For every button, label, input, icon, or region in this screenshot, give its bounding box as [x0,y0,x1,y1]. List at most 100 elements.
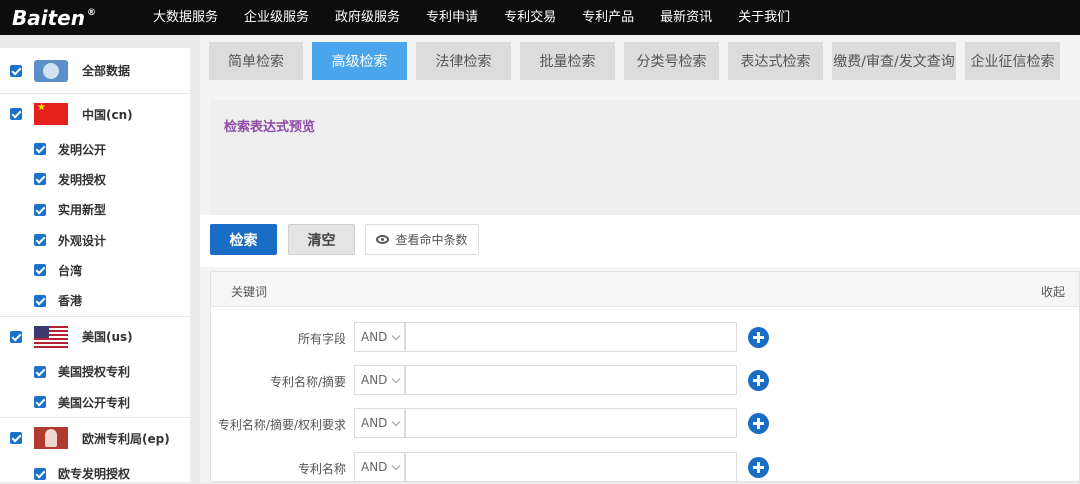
nav-item-patent-products[interactable]: 专利产品 [569,0,647,35]
operator-select[interactable]: AND [354,322,405,352]
field-input-title-abstract[interactable] [405,365,737,395]
baiten-logo[interactable]: Baiten ® [0,0,140,35]
operator-select[interactable]: AND [354,365,405,395]
nav-item-patent-apply[interactable]: 专利申请 [413,0,491,35]
top-navbar: Baiten ® 大数据服务 企业级服务 政府级服务 专利申请 专利交易 专利产… [0,0,1080,35]
tab-legal-search[interactable]: 法律检索 [416,42,511,80]
checkbox-checked[interactable] [10,108,22,120]
sidebar-item-ep-grant[interactable]: 欧专发明授权 [0,458,190,482]
field-row-title-abstract: 专利名称/摘要 AND [211,365,1080,397]
operator-value: AND [361,460,388,474]
chevron-down-icon [392,374,401,383]
field-label: 专利名称/摘要 [269,375,346,389]
sidebar-item-us-grant[interactable]: 美国授权专利 [0,357,190,387]
item-label: 美国授权专利 [58,365,131,380]
group-label: 欧洲专利局(ep) [82,431,170,446]
checkbox-checked[interactable] [10,330,22,343]
search-tabs: 简单检索 高级检索 法律检索 批量检索 分类号检索 表达式检索 缴费/审查/发文… [200,35,1080,87]
sidebar-group-ep[interactable]: 欧洲专利局(ep) [0,417,190,458]
field-label: 专利名称 [297,462,346,476]
nav-item-enterprise[interactable]: 企业级服务 [231,0,322,35]
logo-text: Baiten [12,5,85,30]
operator-select[interactable]: AND [354,408,405,438]
usa-flag-icon [34,325,68,348]
checkbox-checked[interactable] [34,173,46,186]
checkbox-checked[interactable] [34,203,46,216]
epo-logo-icon [34,427,68,450]
tab-batch-search[interactable]: 批量检索 [520,42,615,80]
checkbox-checked[interactable] [34,467,46,480]
operator-value: AND [361,373,388,387]
sidebar-group-all[interactable]: 全部数据 [0,48,190,93]
checkbox-checked[interactable] [10,64,22,77]
field-row-title: 专利名称 AND [211,452,1080,484]
checkbox-checked[interactable] [34,294,46,307]
field-input-title[interactable] [405,452,737,482]
chevron-down-icon [392,461,401,470]
item-label: 欧专发明授权 [58,467,131,482]
tab-expression-search[interactable]: 表达式检索 [728,42,823,80]
checkbox-checked[interactable] [34,234,46,247]
checkbox-checked[interactable] [34,396,46,409]
sidebar-item-cn-taiwan[interactable]: 台湾 [0,255,190,285]
keyword-form: 关键词 收起 所有字段 AND 专利名称/摘要 AND 专利名称/摘要/权利要求 [210,271,1080,482]
item-label: 美国公开专利 [58,395,131,410]
expression-preview[interactable]: 检索表达式预览 [210,100,1080,215]
sidebar-item-cn-design[interactable]: 外观设计 [0,225,190,255]
sidebar-item-cn-invention-pub[interactable]: 发明公开 [0,134,190,164]
tab-simple-search[interactable]: 简单检索 [209,42,303,80]
group-label: 美国(us) [82,330,133,345]
tab-advanced-search[interactable]: 高级检索 [312,42,407,80]
checkbox-checked[interactable] [10,432,22,445]
item-label: 台湾 [58,263,83,278]
field-input-title-abstract-claims[interactable] [405,408,737,438]
add-row-plus-icon[interactable] [748,413,769,434]
clear-button[interactable]: 清空 [288,224,355,255]
globe-icon [34,59,68,82]
group-label: 中国(cn) [82,107,133,122]
keyword-form-header: 关键词 收起 [211,272,1079,307]
item-label: 外观设计 [58,233,107,248]
tab-fee-review-query[interactable]: 缴费/审查/发文查询 [832,42,956,80]
nav-item-news[interactable]: 最新资讯 [647,0,725,35]
checkbox-checked[interactable] [34,143,46,156]
field-input-all[interactable] [405,322,737,352]
nav-item-patent-trade[interactable]: 专利交易 [491,0,569,35]
tab-classification-search[interactable]: 分类号检索 [624,42,719,80]
item-label: 实用新型 [58,203,107,218]
nav-item-government[interactable]: 政府级服务 [322,0,413,35]
nav-item-about[interactable]: 关于我们 [725,0,803,35]
checkbox-checked[interactable] [34,365,46,378]
collapse-link[interactable]: 收起 [1041,283,1065,300]
keyword-form-title: 关键词 [231,285,268,299]
field-label: 所有字段 [297,332,346,346]
nav-item-big-data[interactable]: 大数据服务 [140,0,231,35]
add-row-plus-icon[interactable] [748,370,769,391]
chevron-down-icon [392,331,401,340]
field-row-all: 所有字段 AND [211,322,1080,354]
sidebar-item-us-pub[interactable]: 美国公开专利 [0,387,190,417]
sidebar-item-cn-utility[interactable]: 实用新型 [0,195,190,225]
view-hits-button[interactable]: 查看命中条数 [365,224,479,255]
checkbox-checked[interactable] [34,264,46,277]
add-row-plus-icon[interactable] [748,327,769,348]
sidebar-group-us[interactable]: 美国(us) [0,315,190,357]
search-main: 简单检索 高级检索 法律检索 批量检索 分类号检索 表达式检索 缴费/审查/发文… [200,35,1080,482]
view-hits-label: 查看命中条数 [395,233,468,247]
operator-value: AND [361,416,388,430]
item-label: 发明公开 [58,142,107,157]
add-row-plus-icon[interactable] [748,457,769,478]
search-button[interactable]: 检索 [210,224,277,255]
registered-mark: ® [86,7,96,18]
sidebar-item-cn-hongkong[interactable]: 香港 [0,285,190,315]
tab-credit-search[interactable]: 企业征信检索 [965,42,1060,80]
main-nav: 大数据服务 企业级服务 政府级服务 专利申请 专利交易 专利产品 最新资讯 关于… [140,0,803,35]
sidebar-group-cn[interactable]: 中国(cn) [0,93,190,134]
database-sidebar: 全部数据 中国(cn) 发明公开 发明授权 实用新型 外观设计 台湾 香港 美国… [0,48,190,482]
expression-preview-label: 检索表达式预览 [224,120,316,135]
eye-icon [376,235,390,244]
field-row-title-abstract-claims: 专利名称/摘要/权利要求 AND [211,408,1080,440]
action-bar: 检索 清空 查看命中条数 [200,215,1080,267]
sidebar-item-cn-invention-grant[interactable]: 发明授权 [0,164,190,194]
operator-select[interactable]: AND [354,452,405,482]
